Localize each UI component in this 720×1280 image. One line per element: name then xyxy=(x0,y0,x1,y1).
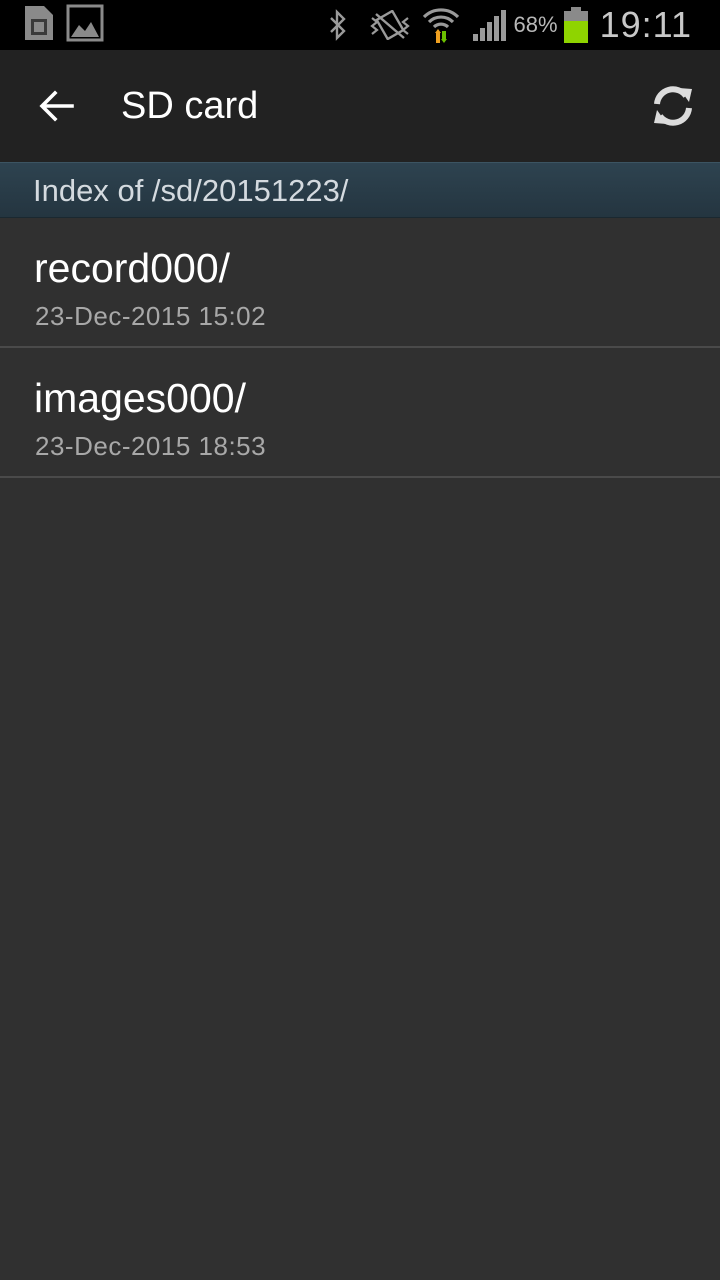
refresh-button[interactable] xyxy=(640,76,706,136)
bluetooth-icon xyxy=(328,9,348,41)
system-icons: 68% 19:11 xyxy=(328,0,692,50)
back-button[interactable] xyxy=(24,76,88,136)
folder-name: record000/ xyxy=(34,245,231,291)
wifi-icon xyxy=(422,5,460,45)
folder-name: images000/ xyxy=(34,375,246,421)
path-header: Index of /sd/20151223/ xyxy=(0,162,720,218)
notification-icons xyxy=(22,4,104,47)
list-item-images000[interactable]: images000/ 23-Dec-2015 18:53 xyxy=(0,348,720,478)
back-arrow-icon xyxy=(38,90,74,122)
sim-card-icon xyxy=(22,4,56,47)
refresh-icon xyxy=(649,82,697,130)
path-label: Index of /sd/20151223/ xyxy=(33,173,349,208)
folder-date: 23-Dec-2015 15:02 xyxy=(35,301,267,331)
page-title: SD card xyxy=(121,85,259,127)
screen: 68% 19:11 SD card Index of /sd/20151223/… xyxy=(0,0,720,1280)
battery-percent: 68% xyxy=(513,12,558,37)
status-bar: 68% 19:11 xyxy=(0,0,720,50)
battery-icon xyxy=(563,7,588,43)
list-item-record000[interactable]: record000/ 23-Dec-2015 15:02 xyxy=(0,218,720,348)
folder-date: 23-Dec-2015 18:53 xyxy=(35,431,267,461)
action-bar: SD card xyxy=(0,50,720,162)
vibrate-icon xyxy=(369,10,410,40)
file-list: record000/ 23-Dec-2015 15:02 images000/ … xyxy=(0,218,720,478)
signal-icon xyxy=(472,8,508,42)
status-clock: 19:11 xyxy=(599,4,692,45)
image-icon xyxy=(66,4,104,47)
